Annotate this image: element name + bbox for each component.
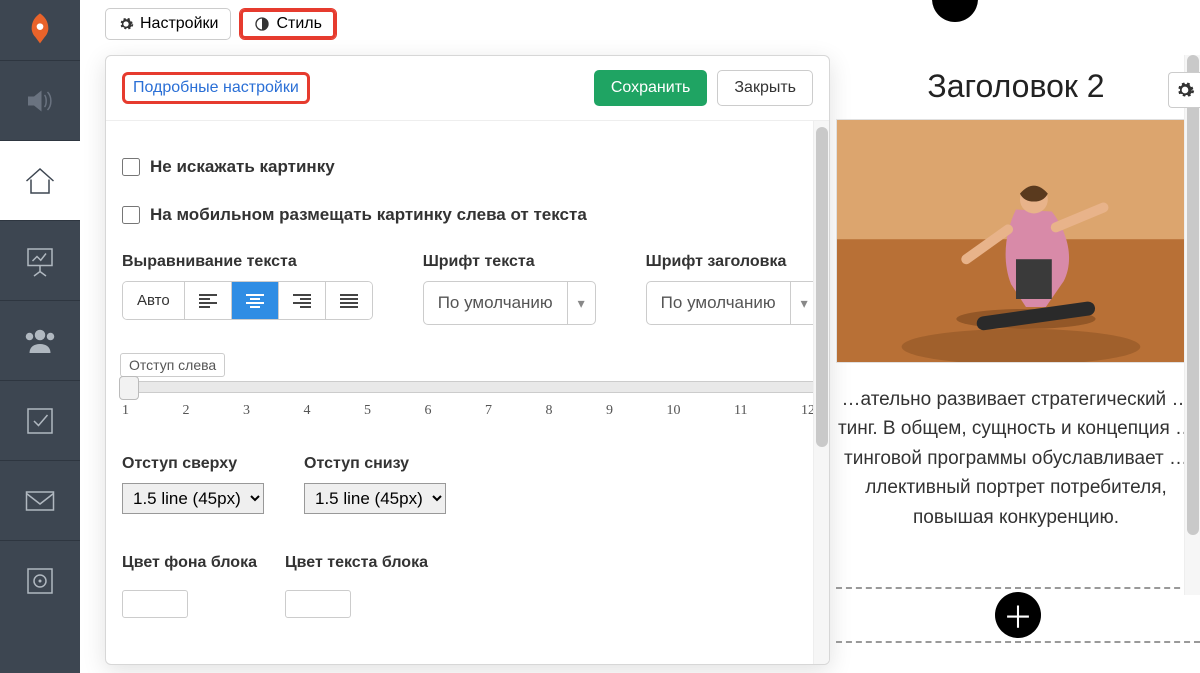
align-center-icon: [246, 294, 264, 308]
font-text-label: Шрифт текста: [423, 253, 596, 271]
top-add-hint: [932, 0, 978, 22]
margin-bottom-select[interactable]: 1.5 line (45px): [304, 483, 446, 514]
settings-button[interactable]: Настройки: [105, 8, 231, 40]
left-offset-slider: Отступ слева 1 2 3 4 5 6 7 8 9 10 11 12: [120, 353, 817, 419]
align-right[interactable]: [279, 282, 326, 319]
preview-heading: Заголовок 2: [836, 68, 1196, 105]
app-sidebar: [0, 0, 80, 673]
font-heading-label: Шрифт заголовка: [646, 253, 819, 271]
nav-mail[interactable]: [0, 460, 80, 540]
gear-icon: [118, 16, 134, 32]
align-justify-icon: [340, 294, 358, 308]
close-button[interactable]: Закрыть: [717, 70, 813, 106]
chevron-down-icon: ▾: [567, 282, 595, 324]
chk-mobile-left-input[interactable]: [122, 206, 140, 224]
text-color-swatch[interactable]: [285, 590, 351, 618]
popover-scrollbar[interactable]: [813, 121, 829, 665]
scrollbar-thumb[interactable]: [816, 127, 828, 447]
align-center[interactable]: [232, 282, 279, 319]
font-heading-select[interactable]: По умолчанию ▾: [646, 281, 819, 325]
add-section-button[interactable]: ＋: [995, 592, 1041, 638]
chk-mobile-left[interactable]: На мобильном размещать картинку слева от…: [122, 205, 821, 225]
style-button[interactable]: Стиль: [239, 8, 337, 40]
contrast-icon: [254, 16, 270, 32]
element-toolbar: Настройки Стиль: [105, 8, 337, 40]
chk-no-distort[interactable]: Не искажать картинку: [122, 157, 821, 177]
font-text-select[interactable]: По умолчанию ▾: [423, 281, 596, 325]
page-scrollbar-thumb[interactable]: [1187, 55, 1199, 535]
preview-image: [836, 119, 1196, 363]
chk-mobile-left-label: На мобильном размещать картинку слева от…: [150, 205, 587, 225]
align-group: Авто: [122, 281, 373, 320]
text-color-label: Цвет текста блока: [285, 554, 428, 572]
bg-color-swatch[interactable]: [122, 590, 188, 618]
nav-safe[interactable]: [0, 540, 80, 620]
margin-top-label: Отступ сверху: [122, 455, 264, 473]
slider-handle[interactable]: [119, 376, 139, 400]
slider-track[interactable]: [120, 381, 817, 393]
nav-home[interactable]: [0, 140, 80, 220]
align-right-icon: [293, 294, 311, 308]
font-text-value: По умолчанию: [424, 283, 567, 323]
align-justify[interactable]: [326, 282, 372, 319]
nav-presentation[interactable]: [0, 220, 80, 300]
preview-paragraph: …ательно развивает стратегический …тинг.…: [836, 385, 1196, 532]
align-left[interactable]: [185, 282, 232, 319]
page-scrollbar[interactable]: [1184, 55, 1200, 595]
advanced-settings-link[interactable]: Подробные настройки: [122, 72, 310, 104]
nav-sound[interactable]: [0, 60, 80, 140]
align-auto[interactable]: Авто: [123, 282, 185, 319]
gear-icon: [1175, 80, 1195, 100]
nav-users[interactable]: [0, 300, 80, 380]
slider-left-label: Отступ слева: [120, 353, 225, 377]
settings-button-label: Настройки: [140, 15, 218, 33]
margin-top-select[interactable]: 1.5 line (45px): [122, 483, 264, 514]
add-section-row: ＋: [836, 587, 1200, 643]
bg-color-label: Цвет фона блока: [122, 554, 257, 572]
page-settings-fab[interactable]: [1168, 72, 1200, 108]
nav-tasks[interactable]: [0, 380, 80, 460]
save-button[interactable]: Сохранить: [594, 70, 708, 106]
slider-ticks: 1 2 3 4 5 6 7 8 9 10 11 12: [120, 403, 817, 419]
style-button-label: Стиль: [276, 15, 322, 33]
chk-no-distort-input[interactable]: [122, 158, 140, 176]
align-left-icon: [199, 294, 217, 308]
app-logo: [0, 0, 80, 60]
popover-body: Не искажать картинку На мобильном размещ…: [106, 121, 829, 665]
margin-bottom-label: Отступ снизу: [304, 455, 446, 473]
plus-icon: ＋: [1003, 593, 1033, 637]
content-preview: Заголовок 2 …ательно развивает стратегич…: [836, 68, 1196, 532]
font-heading-value: По умолчанию: [647, 283, 790, 323]
align-label: Выравнивание текста: [122, 253, 373, 271]
chk-no-distort-label: Не искажать картинку: [150, 157, 335, 177]
style-popover: Подробные настройки Сохранить Закрыть Не…: [105, 55, 830, 665]
popover-header: Подробные настройки Сохранить Закрыть: [106, 56, 829, 121]
